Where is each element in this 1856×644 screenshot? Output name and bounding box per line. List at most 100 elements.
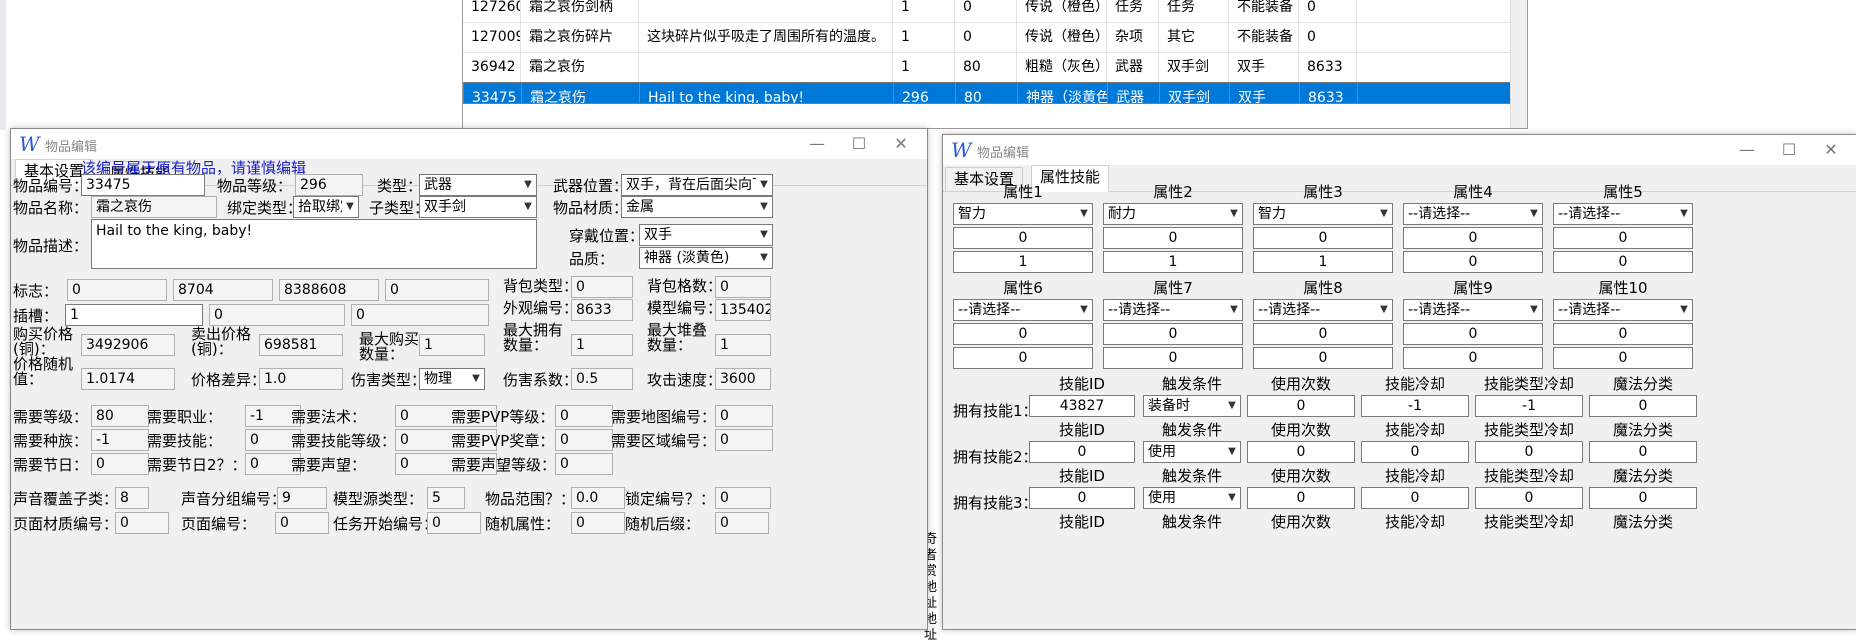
req-pvp-medal-field[interactable]: 0 xyxy=(555,429,613,451)
close-button[interactable]: ✕ xyxy=(881,131,921,157)
skill-id-field[interactable]: 43827 xyxy=(1029,395,1135,417)
item-name-field[interactable]: 霜之哀伤 xyxy=(91,196,217,218)
attribute-value-field[interactable]: 0 xyxy=(1103,227,1243,249)
cut-off-field[interactable]: 0 xyxy=(571,512,625,534)
flag-field[interactable]: 8388608 xyxy=(279,279,379,301)
attribute-value-field[interactable]: 0 xyxy=(1103,347,1243,369)
max-buy-field[interactable]: 1 xyxy=(419,334,485,356)
spell-category-field[interactable]: 0 xyxy=(1589,395,1697,417)
skill-type-cooldown-field[interactable]: 0 xyxy=(1475,487,1583,509)
display-id-field[interactable]: 8633 xyxy=(571,299,633,321)
bag-slots-field[interactable]: 0 xyxy=(715,276,771,298)
chevron-down-icon[interactable]: ▼ xyxy=(1224,442,1240,462)
chevron-down-icon[interactable]: ▼ xyxy=(1676,300,1692,320)
max-own-field[interactable]: 1 xyxy=(571,334,633,356)
chevron-down-icon[interactable]: ▼ xyxy=(1676,204,1692,224)
chevron-down-icon[interactable]: ▼ xyxy=(342,197,358,217)
spell-category-field[interactable]: 0 xyxy=(1589,441,1697,463)
table-row[interactable]: 36942 霜之哀伤 1 80 粗糙（灰色） 武器 双手剑 双手 8633 xyxy=(463,52,1511,83)
req-pvp-rank-field[interactable]: 0 xyxy=(555,405,613,427)
item-level-field[interactable]: 296 xyxy=(295,174,363,196)
socket-field[interactable]: 0 xyxy=(209,304,345,326)
price-random-field[interactable]: 1.0174 xyxy=(81,368,175,390)
quality-select[interactable]: 神器 (淡黄色) ▼ xyxy=(639,247,773,269)
chevron-down-icon[interactable]: ▼ xyxy=(1224,396,1240,416)
skill-id-field[interactable]: 0 xyxy=(1029,441,1135,463)
attribute-value-field[interactable]: 0 xyxy=(1403,227,1543,249)
trigger-select[interactable]: 装备时 ▼ xyxy=(1143,395,1241,417)
attribute-value-field[interactable]: 0 xyxy=(1253,227,1393,249)
skill-uses-field[interactable]: 0 xyxy=(1247,487,1355,509)
attribute-select[interactable]: --请选择-- ▼ xyxy=(1253,299,1393,321)
attack-speed-field[interactable]: 3600 xyxy=(715,368,771,390)
attribute-value-field[interactable]: 0 xyxy=(1253,323,1393,345)
chevron-down-icon[interactable]: ▼ xyxy=(1076,204,1092,224)
skill-cooldown-field[interactable]: 0 xyxy=(1361,487,1469,509)
chevron-down-icon[interactable]: ▼ xyxy=(1226,300,1242,320)
skill-cooldown-field[interactable]: 0 xyxy=(1361,441,1469,463)
flag-field[interactable]: 0 xyxy=(67,279,167,301)
attribute-value-field[interactable]: 0 xyxy=(953,227,1093,249)
attribute-value-field[interactable]: 0 xyxy=(1403,347,1543,369)
skill-cooldown-field[interactable]: -1 xyxy=(1361,395,1469,417)
skill-uses-field[interactable]: 0 xyxy=(1247,441,1355,463)
bag-type-field[interactable]: 0 xyxy=(571,276,633,298)
sound-group-field[interactable]: 9 xyxy=(277,487,327,509)
damage-type-select[interactable]: 物理 ▼ xyxy=(419,368,485,390)
chevron-down-icon[interactable]: ▼ xyxy=(1224,488,1240,508)
chevron-down-icon[interactable]: ▼ xyxy=(1526,204,1542,224)
item-range-field[interactable]: 0.0 xyxy=(571,487,625,509)
sound-override-field[interactable]: 8 xyxy=(115,487,149,509)
cut-off-field[interactable]: 0 xyxy=(115,512,169,534)
chevron-down-icon[interactable]: ▼ xyxy=(1376,204,1392,224)
attribute-value-field[interactable]: 0 xyxy=(1553,227,1693,249)
chevron-down-icon[interactable]: ▼ xyxy=(756,197,772,217)
chevron-down-icon[interactable]: ▼ xyxy=(1526,300,1542,320)
minimize-button[interactable]: — xyxy=(797,131,837,157)
flag-field[interactable]: 0 xyxy=(385,279,489,301)
chevron-down-icon[interactable]: ▼ xyxy=(520,175,536,195)
chevron-down-icon[interactable]: ▼ xyxy=(1076,300,1092,320)
table-row[interactable]: 127260 霜之哀伤剑柄 1 0 传说（橙色） 任务 任务 不能装备 0 xyxy=(463,0,1511,23)
chevron-down-icon[interactable]: ▼ xyxy=(756,225,772,245)
model-source-field[interactable]: 5 xyxy=(427,487,465,509)
close-button[interactable]: ✕ xyxy=(1811,137,1851,163)
lock-id-field[interactable]: 0 xyxy=(715,487,771,509)
skill-type-cooldown-field[interactable]: -1 xyxy=(1475,395,1583,417)
attribute-value-field[interactable]: 1 xyxy=(1253,251,1393,273)
req-map-field[interactable]: 0 xyxy=(715,405,773,427)
cut-off-field[interactable]: 0 xyxy=(427,512,481,534)
buy-price-field[interactable]: 3492906 xyxy=(81,334,175,356)
attribute-value-field[interactable]: 0 xyxy=(953,323,1093,345)
req-rep-level-field[interactable]: 0 xyxy=(555,453,613,475)
attribute-select[interactable]: --请选择-- ▼ xyxy=(1553,203,1693,225)
item-id-field[interactable]: 33475 xyxy=(81,174,205,196)
type-select[interactable]: 武器 ▼ xyxy=(419,174,537,196)
attribute-value-field[interactable]: 0 xyxy=(1553,323,1693,345)
req-area-field[interactable]: 0 xyxy=(715,429,773,451)
attribute-value-field[interactable]: 0 xyxy=(1253,347,1393,369)
attribute-select[interactable]: --请选择-- ▼ xyxy=(953,299,1093,321)
chevron-down-icon[interactable]: ▼ xyxy=(520,197,536,217)
chevron-down-icon[interactable]: ▼ xyxy=(468,369,484,389)
attribute-value-field[interactable]: 1 xyxy=(1103,251,1243,273)
attribute-select[interactable]: --请选择-- ▼ xyxy=(1103,299,1243,321)
socket-field[interactable]: 0 xyxy=(351,304,489,326)
trigger-select[interactable]: 使用 ▼ xyxy=(1143,441,1241,463)
max-stack-field[interactable]: 1 xyxy=(715,334,771,356)
chevron-down-icon[interactable]: ▼ xyxy=(756,175,772,195)
cut-off-field[interactable]: 0 xyxy=(715,512,769,534)
chevron-down-icon[interactable]: ▼ xyxy=(756,248,772,268)
attribute-select[interactable]: --请选择-- ▼ xyxy=(1553,299,1693,321)
bind-type-select[interactable]: 拾取绑定 ▼ xyxy=(293,196,359,218)
attribute-value-field[interactable]: 0 xyxy=(1553,347,1693,369)
price-difference-field[interactable]: 1.0 xyxy=(259,368,343,390)
maximize-button[interactable]: ☐ xyxy=(839,131,879,157)
cut-off-field[interactable]: 0 xyxy=(275,512,329,534)
skill-uses-field[interactable]: 0 xyxy=(1247,395,1355,417)
attribute-value-field[interactable]: 0 xyxy=(1403,251,1543,273)
table-row[interactable]: 33475 霜之哀伤 Hail to the king, baby! 296 80 神器（… xyxy=(463,82,1511,104)
attribute-select[interactable]: 智力 ▼ xyxy=(953,203,1093,225)
description-textarea[interactable]: Hail to the king, baby! xyxy=(91,219,537,269)
grid-scrollbar[interactable] xyxy=(1510,0,1527,128)
